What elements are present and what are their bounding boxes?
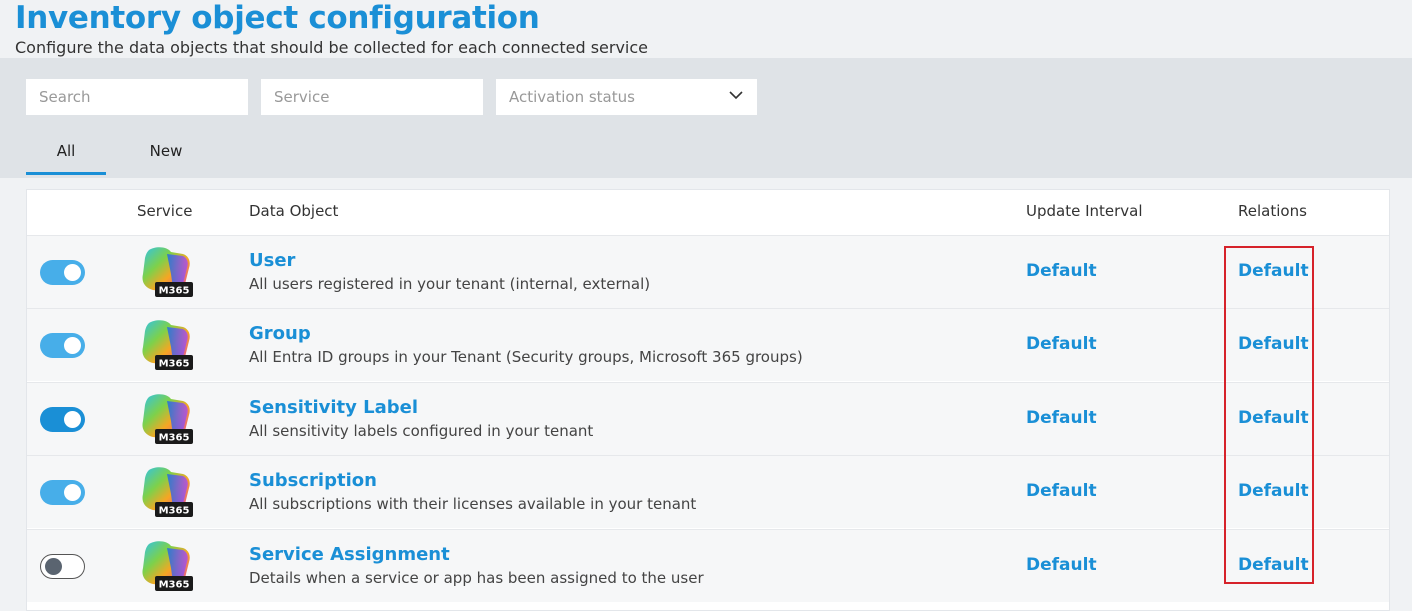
table-row: M365 Group All Entra ID groups in your T… bbox=[27, 308, 1389, 381]
activation-status-select[interactable]: Activation status bbox=[496, 79, 757, 115]
data-object-description: All sensitivity labels configured in you… bbox=[249, 422, 594, 440]
data-object-name[interactable]: User bbox=[249, 250, 295, 271]
activation-toggle[interactable] bbox=[40, 333, 85, 358]
filter-bar: Activation status All New bbox=[0, 58, 1412, 178]
page-subtitle: Configure the data objects that should b… bbox=[15, 38, 648, 57]
activation-toggle[interactable] bbox=[40, 260, 85, 285]
update-interval-link[interactable]: Default bbox=[1026, 408, 1097, 428]
svg-text:M365: M365 bbox=[159, 580, 190, 591]
search-input[interactable] bbox=[26, 79, 248, 115]
data-object-description: Details when a service or app has been a… bbox=[249, 569, 704, 587]
tab-all[interactable]: All bbox=[26, 142, 106, 175]
column-header-relations: Relations bbox=[1238, 202, 1307, 220]
svg-text:M365: M365 bbox=[159, 359, 190, 370]
microsoft-365-icon: M365 bbox=[142, 394, 193, 444]
svg-text:M365: M365 bbox=[159, 433, 190, 444]
update-interval-link[interactable]: Default bbox=[1026, 481, 1097, 501]
data-object-name[interactable]: Sensitivity Label bbox=[249, 397, 418, 418]
data-object-description: All subscriptions with their licenses av… bbox=[249, 495, 697, 513]
table-row: M365 Sensitivity Label All sensitivity l… bbox=[27, 382, 1389, 455]
column-header-update-interval: Update Interval bbox=[1026, 202, 1143, 220]
activation-status-placeholder: Activation status bbox=[509, 88, 635, 106]
table-row: M365 Service Assignment Details when a s… bbox=[27, 529, 1389, 602]
activation-toggle[interactable] bbox=[40, 480, 85, 505]
relations-highlight-box bbox=[1224, 246, 1314, 584]
microsoft-365-icon: M365 bbox=[142, 467, 193, 517]
data-object-name[interactable]: Service Assignment bbox=[249, 544, 450, 565]
activation-toggle[interactable] bbox=[40, 407, 85, 432]
svg-text:M365: M365 bbox=[159, 286, 190, 297]
column-header-data-object: Data Object bbox=[249, 202, 339, 220]
data-object-table: Service Data Object Update Interval Rela… bbox=[26, 189, 1390, 611]
update-interval-link[interactable]: Default bbox=[1026, 334, 1097, 354]
chevron-down-icon bbox=[729, 91, 743, 100]
microsoft-365-icon: M365 bbox=[142, 320, 193, 370]
page-title: Inventory object configuration bbox=[15, 0, 540, 36]
data-object-name[interactable]: Subscription bbox=[249, 470, 377, 491]
update-interval-link[interactable]: Default bbox=[1026, 261, 1097, 281]
data-object-name[interactable]: Group bbox=[249, 323, 311, 344]
microsoft-365-icon: M365 bbox=[142, 541, 193, 591]
data-object-description: All Entra ID groups in your Tenant (Secu… bbox=[249, 348, 803, 366]
activation-toggle[interactable] bbox=[40, 554, 85, 579]
update-interval-link[interactable]: Default bbox=[1026, 555, 1097, 575]
svg-text:M365: M365 bbox=[159, 506, 190, 517]
table-row: M365 User All users registered in your t… bbox=[27, 235, 1389, 308]
data-object-description: All users registered in your tenant (int… bbox=[249, 275, 651, 293]
column-header-service: Service bbox=[137, 202, 193, 220]
microsoft-365-icon: M365 bbox=[142, 247, 193, 297]
service-filter-input[interactable] bbox=[261, 79, 483, 115]
tab-new[interactable]: New bbox=[126, 142, 206, 160]
table-row: M365 Subscription All subscriptions with… bbox=[27, 455, 1389, 528]
